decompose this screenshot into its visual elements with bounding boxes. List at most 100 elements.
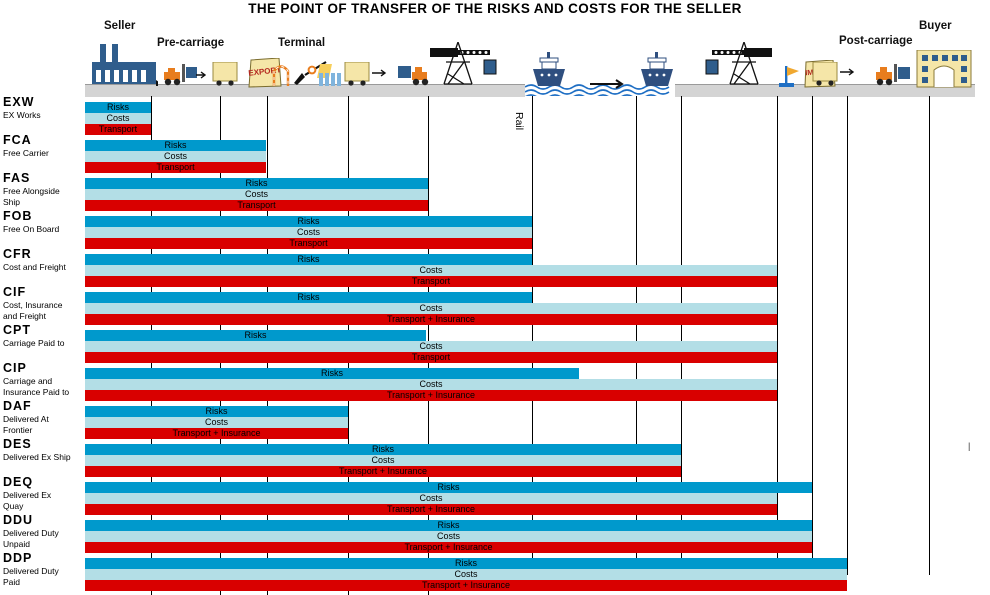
axis-tick: [428, 249, 429, 253]
bar-deq-risks: Risks: [85, 482, 812, 493]
axis-tick: [267, 173, 268, 177]
container-truck-icon: [344, 62, 387, 86]
axis-tick: [151, 363, 152, 367]
axis-tick: [220, 325, 221, 329]
axis-tick: [267, 553, 268, 557]
bar-daf-risks: Risks: [85, 406, 348, 417]
axis-tick: [348, 401, 349, 405]
axis-tick: [151, 591, 152, 595]
bar-cif-transport: Transport + Insurance: [85, 314, 777, 325]
chart-row-fca: Risks Costs Transport: [85, 140, 975, 173]
axis-tick: [151, 325, 152, 329]
axis-tick: [220, 363, 221, 367]
axis-tick: [428, 591, 429, 595]
axis-tick: [428, 173, 429, 177]
chart-row-cif: Risks Costs Transport + Insurance: [85, 292, 975, 325]
chart-row-exw: Risks Costs Transport: [85, 102, 975, 135]
axis-tick: [151, 515, 152, 519]
bar-cfr-costs: Costs: [85, 265, 777, 276]
bar-des-transport: Transport + Insurance: [85, 466, 681, 477]
axis-tick: [348, 249, 349, 253]
bar-fca-risks: Risks: [85, 140, 266, 151]
ship-icon: [533, 52, 565, 86]
bar-daf-transport: Transport + Insurance: [85, 428, 348, 439]
axis-tick: [348, 591, 349, 595]
bar-fca-transport: Transport: [85, 162, 266, 173]
axis-tick: [348, 211, 349, 215]
bar-fca-costs: Costs: [85, 151, 266, 162]
bar-cpt-risks: Risks: [85, 330, 426, 341]
axis-tick: [348, 173, 349, 177]
axis-tick: [220, 249, 221, 253]
bar-fob-transport: Transport: [85, 238, 532, 249]
bar-exw-transport: Transport: [85, 124, 151, 135]
axis-tick: [220, 477, 221, 481]
incoterms-diagram: THE POINT OF TRANSFER OF THE RISKS AND C…: [0, 0, 990, 595]
axis-tick: [348, 439, 349, 443]
rail-mode-label: Rail: [513, 112, 525, 131]
forklift-icon: [876, 64, 910, 86]
bar-fas-costs: Costs: [85, 189, 428, 200]
axis-tick: [220, 439, 221, 443]
axis-tick: [348, 553, 349, 557]
crane-icon: [430, 42, 497, 85]
chart-row-daf: Risks Costs Transport + Insurance: [85, 406, 975, 439]
axis-tick: [348, 477, 349, 481]
scene-label-terminal: Terminal: [278, 37, 326, 49]
chart-row-deq: Risks Costs Transport + Insurance: [85, 482, 975, 515]
axis-tick: [428, 439, 429, 443]
bar-cip-risks: Risks: [85, 368, 579, 379]
bar-ddu-transport: Transport + Insurance: [85, 542, 812, 553]
axis-tick: [220, 553, 221, 557]
axis-tick: [267, 439, 268, 443]
axis-tick: [428, 287, 429, 291]
axis-tick: [151, 287, 152, 291]
scene-label-seller: Seller: [104, 20, 136, 32]
bar-fas-risks: Risks: [85, 178, 428, 189]
axis-tick: [220, 401, 221, 405]
axis-tick: [220, 211, 221, 215]
axis-tick: [428, 477, 429, 481]
bar-exw-risks: Risks: [85, 102, 151, 113]
axis-tick: [267, 477, 268, 481]
axis-tick: [267, 401, 268, 405]
bar-ddp-transport: Transport + Insurance: [85, 580, 847, 591]
axis-tick: [151, 135, 152, 139]
axis-tick: [151, 553, 152, 557]
axis-tick: [220, 591, 221, 595]
axis-tick: [267, 515, 268, 519]
bar-deq-costs: Costs: [85, 493, 777, 504]
bar-fas-transport: Transport: [85, 200, 428, 211]
corner-marker: |: [968, 441, 971, 451]
axis-tick: [220, 135, 221, 139]
axis-tick: [220, 173, 221, 177]
axis-tick: [151, 439, 152, 443]
axis-tick: [267, 135, 268, 139]
chart-row-cfr: Risks Costs Transport: [85, 254, 975, 287]
chart-row-fob: Risks Costs Transport: [85, 216, 975, 249]
axis-tick: [151, 401, 152, 405]
bar-cif-risks: Risks: [85, 292, 532, 303]
truck-trailer-icon: [812, 62, 855, 86]
axis-tick: [348, 363, 349, 367]
axis-tick: [267, 363, 268, 367]
chart-plot-area: Risks Costs Transport Risks Costs Transport Ri…: [85, 96, 975, 595]
scene-label-buyer: Buyer: [919, 20, 952, 32]
chart-row-cpt: Risks Costs Transport: [85, 330, 975, 363]
scene-label-pre-carriage: Pre-carriage: [157, 37, 225, 49]
bar-daf-costs: Costs: [85, 417, 348, 428]
chart-row-cip: Risks Costs Transport + Insurance: [85, 368, 975, 401]
buyer-building-icon: [916, 50, 972, 88]
terminal-icon: [272, 61, 341, 86]
axis-tick: [428, 363, 429, 367]
scene-label-post-carriage: Post-carriage: [839, 35, 913, 47]
chart-row-des: Risks Costs Transport + Insurance: [85, 444, 975, 477]
axis-tick: [428, 553, 429, 557]
bar-fob-costs: Costs: [85, 227, 532, 238]
bar-deq-transport: Transport + Insurance: [85, 504, 777, 515]
bar-ddp-risks: Risks: [85, 558, 847, 569]
forklift-icon: [164, 64, 206, 86]
axis-tick: [348, 515, 349, 519]
bar-cpt-costs: Costs: [85, 341, 777, 352]
axis-tick: [428, 325, 429, 329]
